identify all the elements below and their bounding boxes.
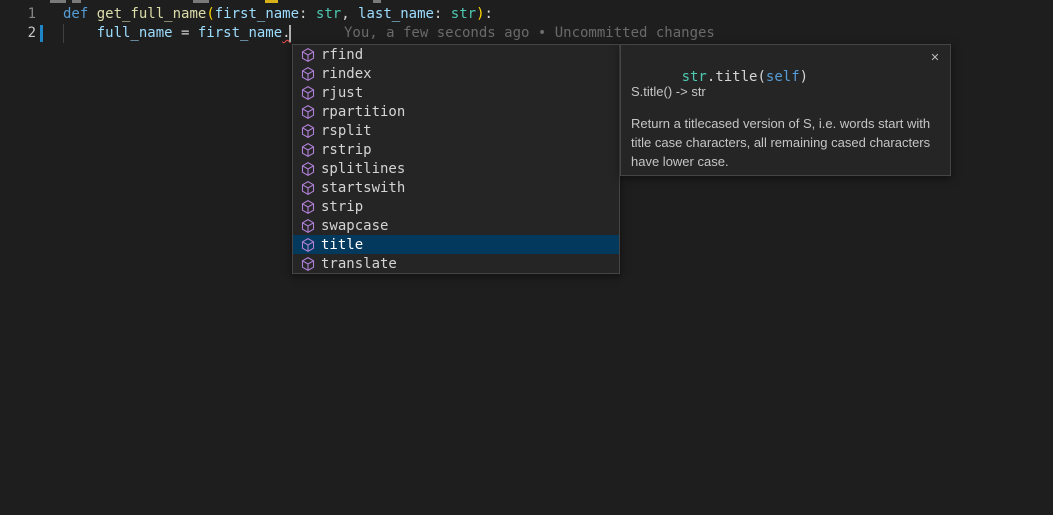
suggestion-label: startswith xyxy=(321,180,405,196)
suggestion-label: strip xyxy=(321,199,363,215)
suggestion-item-rsplit[interactable]: rsplit xyxy=(293,121,619,140)
docs-description: Return a titlecased version of S, i.e. w… xyxy=(631,114,940,171)
suggestion-item-translate[interactable]: translate xyxy=(293,254,619,273)
symbol-method-icon xyxy=(300,66,316,82)
symbol-method-icon xyxy=(300,104,316,120)
suggestion-item-title[interactable]: title xyxy=(293,235,619,254)
suggestion-item-rindex[interactable]: rindex xyxy=(293,64,619,83)
suggestion-item-rfind[interactable]: rfind xyxy=(293,45,619,64)
suggestion-label: title xyxy=(321,237,363,253)
git-blame-annotation: You, a few seconds ago • Uncommitted cha… xyxy=(344,24,715,43)
suggestion-label: translate xyxy=(321,256,397,272)
docs-header: str.title(self) ✕ xyxy=(631,49,940,68)
suggestion-label: rsplit xyxy=(321,123,372,139)
code-line-1[interactable]: def get_full_name(first_name: str, last_… xyxy=(63,5,493,24)
suggestion-item-startswith[interactable]: startswith xyxy=(293,178,619,197)
suggestion-item-splitlines[interactable]: splitlines xyxy=(293,159,619,178)
symbol-method-icon xyxy=(300,256,316,272)
symbol-method-icon xyxy=(300,218,316,234)
symbol-method-icon xyxy=(300,180,316,196)
text-cursor xyxy=(289,25,291,42)
clipped-breadcrumb-mark xyxy=(373,0,381,3)
suggestion-item-strip[interactable]: strip xyxy=(293,197,619,216)
code-line-2[interactable]: full_name = first_name. xyxy=(63,24,291,43)
suggestion-label: rjust xyxy=(321,85,363,101)
suggestion-item-rjust[interactable]: rjust xyxy=(293,83,619,102)
symbol-method-icon xyxy=(300,85,316,101)
suggestion-label: rfind xyxy=(321,47,363,63)
symbol-method-icon xyxy=(300,237,316,253)
clipped-breadcrumb-mark xyxy=(50,0,66,3)
git-modified-indicator xyxy=(40,25,43,42)
code-editor: 1 2 def get_full_name(first_name: str, l… xyxy=(0,0,1053,515)
clipped-breadcrumb-mark xyxy=(72,0,81,3)
symbol-method-icon xyxy=(300,142,316,158)
symbol-method-icon xyxy=(300,199,316,215)
symbol-method-icon xyxy=(300,123,316,139)
line-number-1: 1 xyxy=(0,5,36,24)
suggestion-docs-popup: str.title(self) ✕ S.title() -> str Retur… xyxy=(620,44,951,176)
suggestion-label: swapcase xyxy=(321,218,388,234)
suggestion-list[interactable]: rfind rindex rjust rpartition rsplit rst… xyxy=(292,44,620,274)
close-icon[interactable]: ✕ xyxy=(927,50,943,66)
suggestion-label: rstrip xyxy=(321,142,372,158)
suggestion-label: rpartition xyxy=(321,104,405,120)
symbol-method-icon xyxy=(300,161,316,177)
symbol-method-icon xyxy=(300,47,316,63)
clipped-breadcrumb-symbol-icon xyxy=(265,0,278,3)
docs-signature: str.title(self) xyxy=(682,69,808,85)
suggestion-item-swapcase[interactable]: swapcase xyxy=(293,216,619,235)
suggestion-label: rindex xyxy=(321,66,372,82)
suggestion-item-rstrip[interactable]: rstrip xyxy=(293,140,619,159)
line-number-2: 2 xyxy=(0,24,36,43)
suggestion-label: splitlines xyxy=(321,161,405,177)
suggestion-item-rpartition[interactable]: rpartition xyxy=(293,102,619,121)
clipped-breadcrumb-mark xyxy=(193,0,209,3)
